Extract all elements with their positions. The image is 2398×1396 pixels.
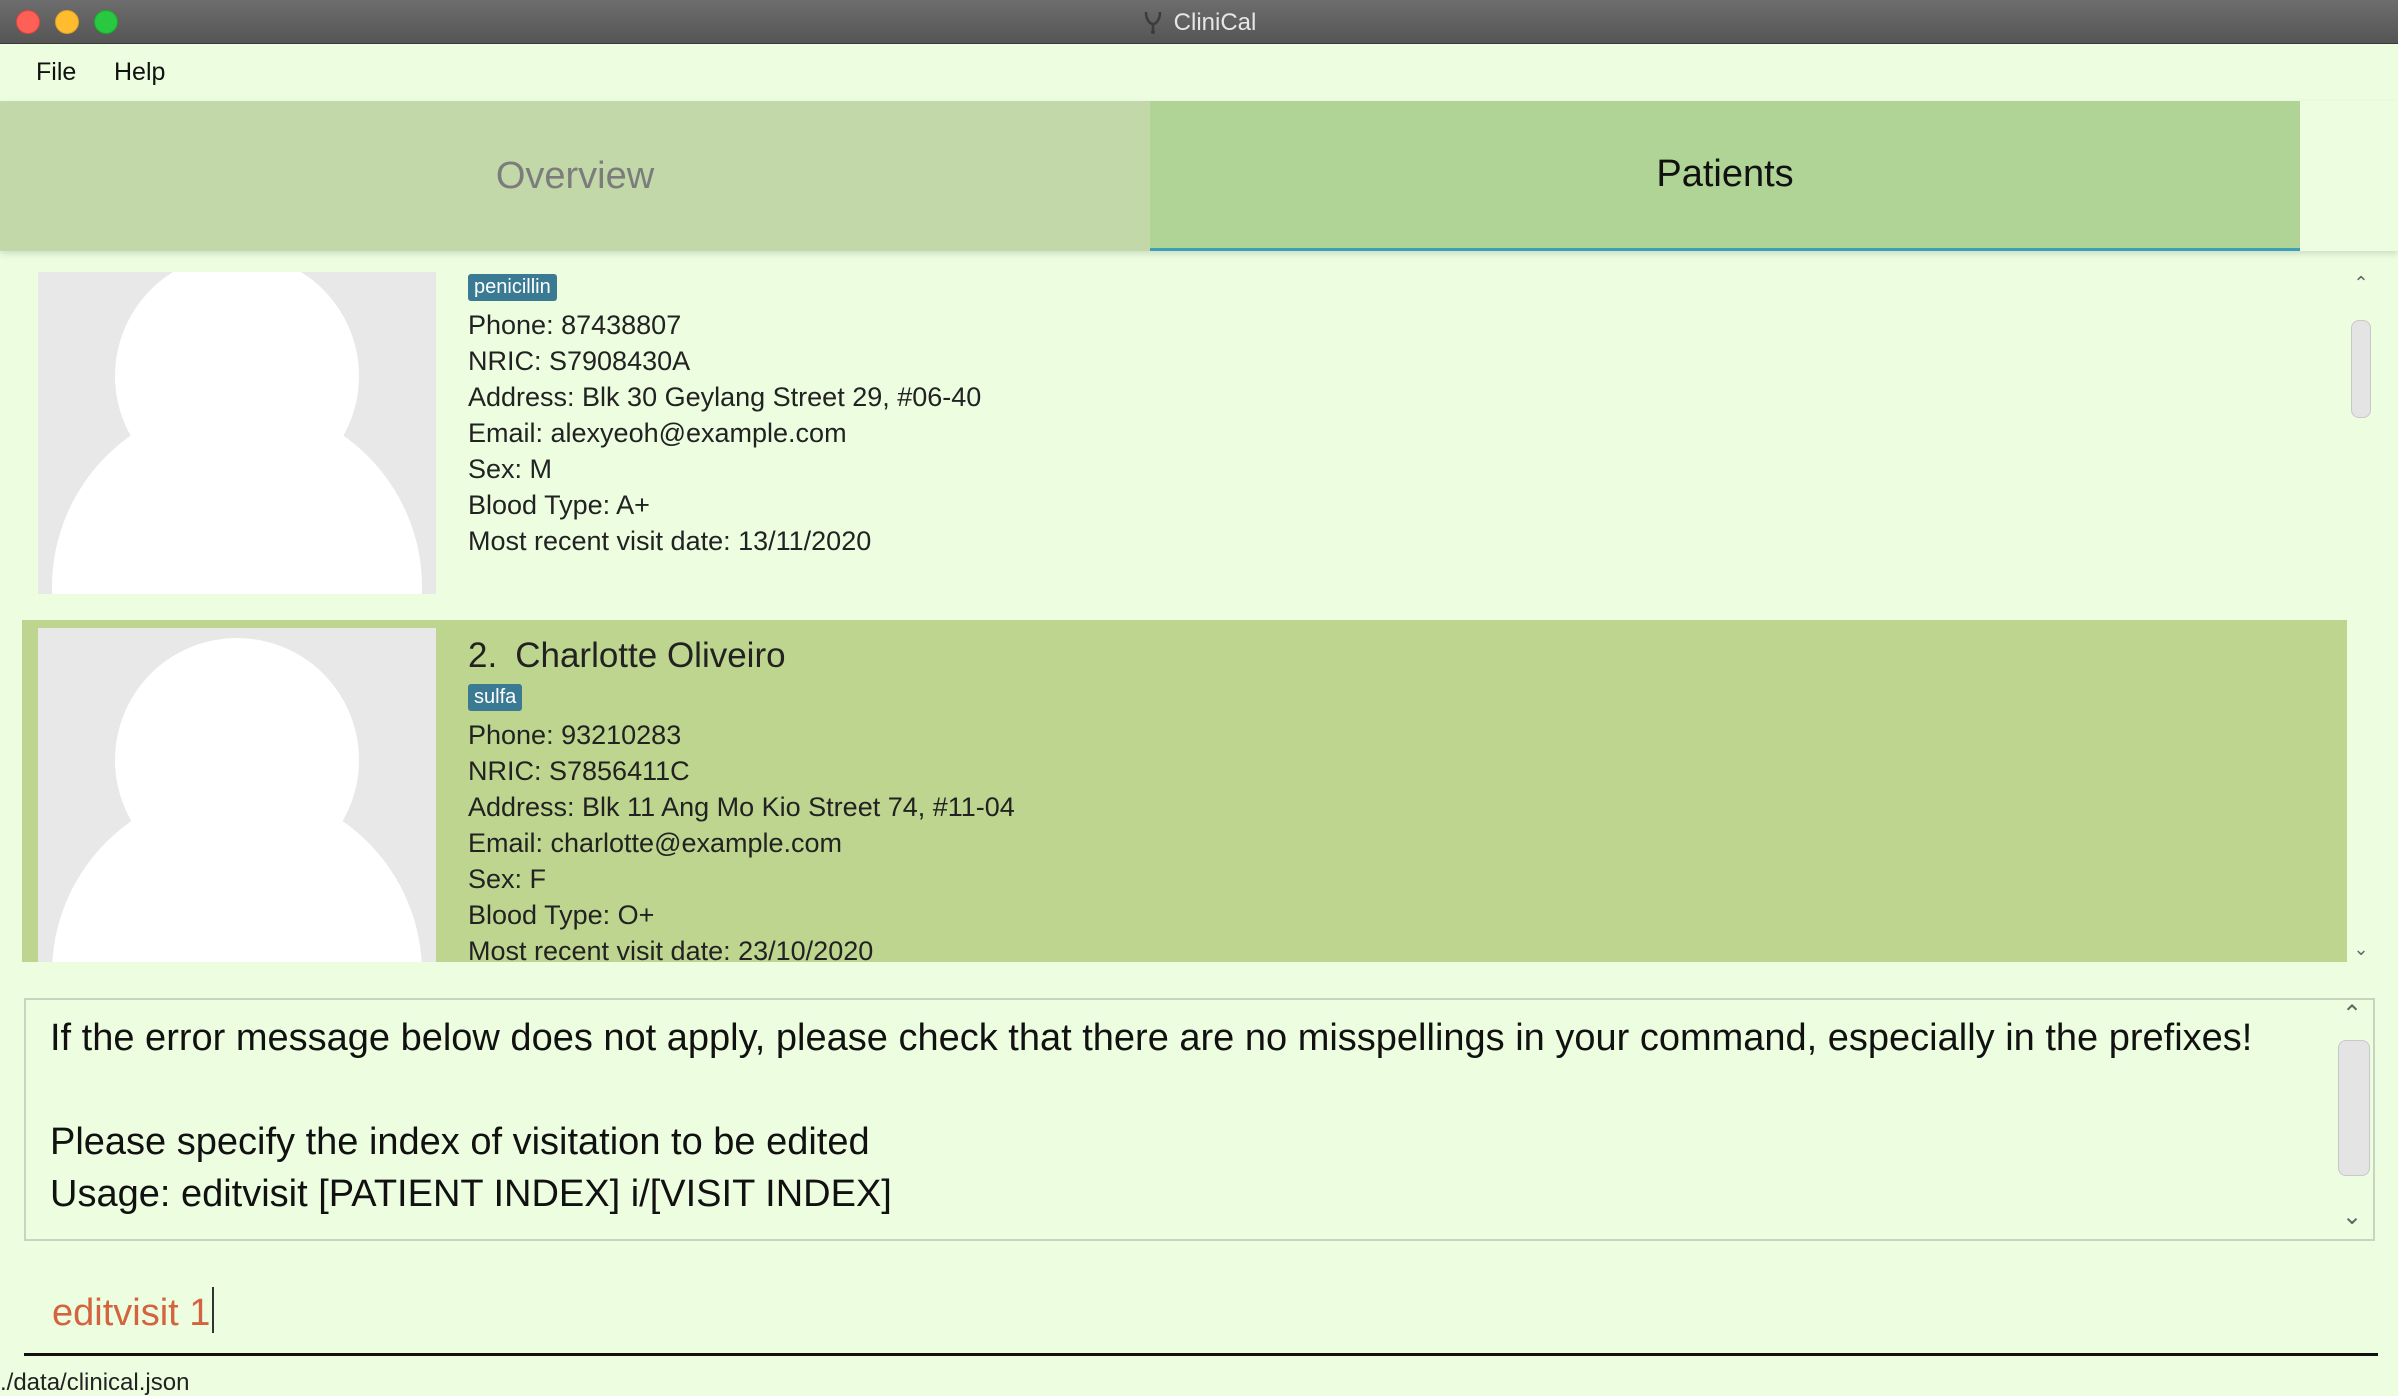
result-line-1: If the error message below does not appl… (50, 1017, 2253, 1059)
app-icon (1144, 11, 1161, 34)
allergy-tag: penicillin (468, 274, 557, 301)
tab-patients[interactable]: Patients (1150, 101, 2300, 251)
status-bar: ./data/clinical.json (0, 1364, 2398, 1396)
patient-phone: Phone: 93210283 (468, 720, 682, 750)
tab-overview[interactable]: Overview (0, 101, 1150, 251)
menu-file[interactable]: File (36, 58, 76, 87)
allergy-tag: sulfa (468, 684, 523, 711)
text-caret (212, 1287, 215, 1333)
patient-card-selected[interactable]: 2. Charlotte Oliveiro sulfa Phone: 932102… (22, 620, 2347, 962)
patient-blood-type: Blood Type: A+ (468, 490, 650, 520)
data-file-path: ./data/clinical.json (0, 1369, 190, 1396)
scroll-down-icon[interactable]: ⌄ (2348, 940, 2374, 958)
patient-phone: Phone: 87438807 (468, 310, 682, 340)
patient-info: penicillin Phone: 87438807 NRIC: S790843… (468, 272, 981, 559)
scroll-up-icon[interactable]: ⌃ (2332, 1003, 2372, 1027)
avatar-body-shape (52, 402, 422, 594)
command-text: editvisit 1 (52, 1292, 211, 1334)
avatar-body-shape (52, 788, 422, 962)
scrollbar-thumb[interactable] (2351, 320, 2371, 418)
patient-list[interactable]: penicillin Phone: 87438807 NRIC: S790843… (22, 272, 2347, 962)
menu-help[interactable]: Help (114, 58, 165, 87)
patient-name-line: 2. Charlotte Oliveiro (468, 634, 1015, 678)
patient-last-visit: Most recent visit date: 13/11/2020 (468, 526, 872, 556)
result-message: If the error message below does not appl… (50, 1012, 2252, 1220)
patient-email: Email: alexyeoh@example.com (468, 418, 847, 448)
patient-avatar (38, 628, 436, 962)
patient-nric: NRIC: S7856411C (468, 756, 690, 786)
scroll-up-icon[interactable]: ⌃ (2348, 274, 2374, 292)
command-input[interactable]: editvisit 1 (52, 1287, 215, 1335)
command-box[interactable]: editvisit 1 (24, 1265, 2378, 1356)
patient-address: Address: Blk 30 Geylang Street 29, #06-4… (468, 382, 982, 412)
window-title: CliniCal (1173, 9, 1257, 36)
patient-nric: NRIC: S7908430A (468, 346, 691, 376)
scroll-down-icon[interactable]: ⌄ (2332, 1205, 2372, 1229)
patient-info: 2. Charlotte Oliveiro sulfa Phone: 932102… (468, 634, 1015, 962)
patient-email: Email: charlotte@example.com (468, 828, 843, 858)
patient-address: Address: Blk 11 Ang Mo Kio Street 74, #1… (468, 792, 1015, 822)
patient-blood-type: Blood Type: O+ (468, 900, 655, 930)
result-line-2: Please specify the index of visitation t… (50, 1121, 870, 1163)
menu-bar: File Help (0, 45, 2398, 101)
tab-bar: Overview Patients (0, 101, 2398, 251)
result-line-3: Usage: editvisit [PATIENT INDEX] i/[VISI… (50, 1173, 892, 1215)
window-title-container: CliniCal (0, 9, 2398, 37)
result-display[interactable]: If the error message below does not appl… (24, 998, 2375, 1241)
scrollbar-thumb[interactable] (2338, 1040, 2370, 1176)
patient-card[interactable]: penicillin Phone: 87438807 NRIC: S790843… (22, 272, 2347, 614)
result-scrollbar[interactable]: ⌃ ⌄ (2332, 1002, 2372, 1239)
patient-index: 2. (468, 636, 498, 675)
patient-sex: Sex: F (468, 864, 547, 894)
patient-last-visit: Most recent visit date: 23/10/2020 (468, 936, 874, 962)
patient-name: Charlotte Oliveiro (515, 636, 786, 675)
patient-avatar (38, 272, 436, 594)
patient-sex: Sex: M (468, 454, 553, 484)
patient-list-scrollbar[interactable]: ⌃ ⌄ (2348, 272, 2374, 962)
window-titlebar: CliniCal (0, 0, 2398, 44)
